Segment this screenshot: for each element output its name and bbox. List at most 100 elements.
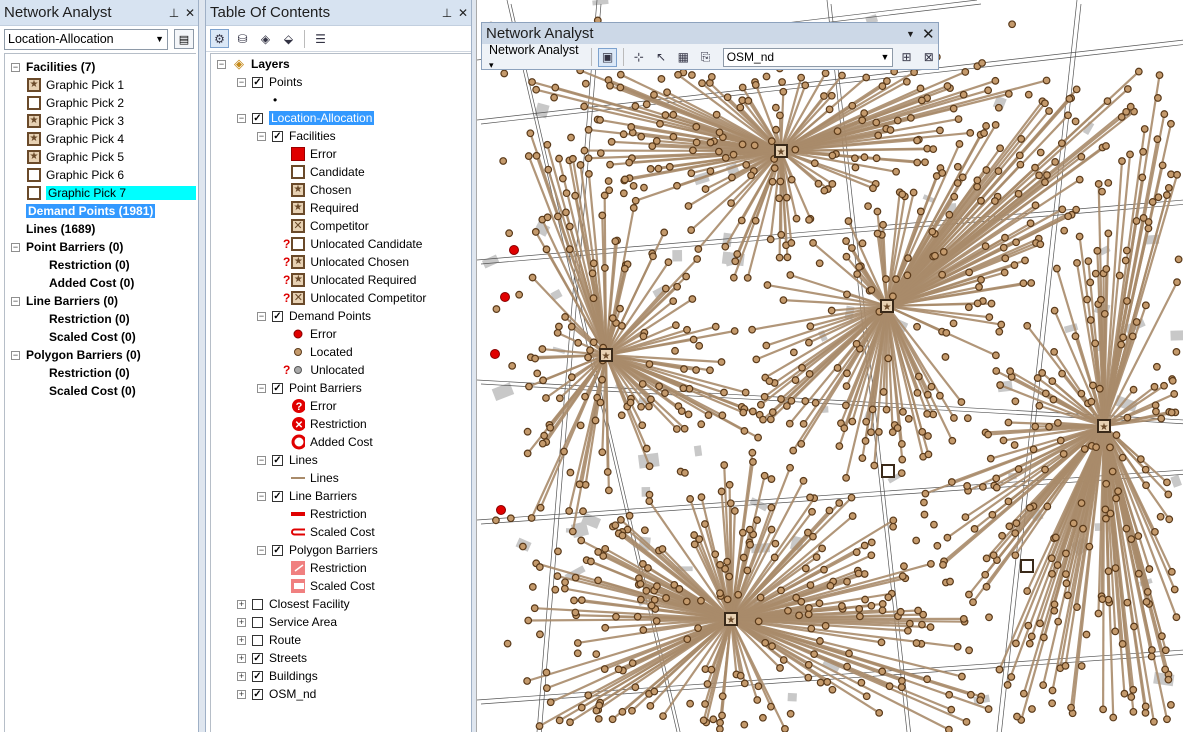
toc-item-demand-points-14[interactable]: − ✓ Demand Points — [211, 307, 471, 325]
layer-visibility-checkbox[interactable]: ✓ — [272, 454, 283, 466]
network-analyst-titlebar[interactable]: Network Analyst ⊥ ✕ — [0, 0, 198, 26]
toc-item-buildings-34[interactable]: + ✓ Buildings — [211, 667, 471, 685]
na-tree-item-polygon-barriers-0[interactable]: − Polygon Barriers (0) — [5, 346, 196, 364]
toc-item-line-barriers-24[interactable]: − ✓ Line Barriers — [211, 487, 471, 505]
layer-visibility-checkbox[interactable]: ✓ — [252, 112, 263, 124]
toc-item-layers-0[interactable]: − ◈ Layers — [211, 55, 471, 73]
layer-visibility-checkbox[interactable]: ✓ — [252, 76, 263, 88]
layer-visibility-checkbox[interactable]: ✓ — [252, 670, 263, 682]
list-by-source-button[interactable]: ⛁ — [233, 29, 252, 48]
facility-chosen-marker[interactable]: ★ — [774, 144, 788, 158]
na-tree-item-graphic-pick-5[interactable]: ★ Graphic Pick 5 — [5, 148, 196, 166]
na-tree-item-scaled-cost-0[interactable]: Scaled Cost (0) — [5, 328, 196, 346]
toc-item-required-8[interactable]: ★ Required — [211, 199, 471, 217]
toc-titlebar[interactable]: Table Of Contents ⊥ ✕ — [206, 0, 471, 26]
layer-visibility-checkbox[interactable]: ✓ — [272, 310, 283, 322]
na-tree-item-graphic-pick-4[interactable]: ★ Graphic Pick 4 — [5, 130, 196, 148]
toc-item-streets-33[interactable]: + ✓ Streets — [211, 649, 471, 667]
toc-item-polygon-barriers-27[interactable]: − ✓ Polygon Barriers — [211, 541, 471, 559]
toc-item-added-cost-21[interactable]: Added Cost — [211, 433, 471, 451]
na-tree-item-lines-1689[interactable]: Lines (1689) — [5, 220, 196, 238]
expand-icon[interactable]: + — [237, 671, 246, 681]
network-analyst-menu[interactable]: Network Analyst ▾ — [486, 43, 585, 71]
toc-item-scaled-cost-29[interactable]: Scaled Cost — [211, 577, 471, 595]
collapse-icon[interactable]: − — [257, 491, 266, 501]
expand-icon[interactable]: + — [237, 653, 246, 663]
toc-item-facilities-4[interactable]: − ✓ Facilities — [211, 127, 471, 145]
na-tree-item-graphic-pick-2[interactable]: Graphic Pick 2 — [5, 94, 196, 112]
network-dataset-dropdown[interactable]: OSM_nd ▼ — [722, 47, 894, 67]
toc-item-lines-23[interactable]: Lines — [211, 469, 471, 487]
na-tree-item-line-barriers-0[interactable]: − Line Barriers (0) — [5, 292, 196, 310]
toc-item-route-32[interactable]: + Route — [211, 631, 471, 649]
map-canvas[interactable]: ★ ★ ★ ★ ★ — [477, 0, 1183, 732]
na-tree-item-graphic-pick-6[interactable]: Graphic Pick 6 — [5, 166, 196, 184]
toc-item-chosen-7[interactable]: ★ Chosen — [211, 181, 471, 199]
collapse-icon[interactable]: − — [257, 455, 266, 465]
collapse-icon[interactable]: − — [11, 242, 20, 252]
pin-icon[interactable]: ⊥ — [439, 6, 455, 20]
layer-visibility-checkbox[interactable] — [252, 616, 263, 628]
na-tree-item-added-cost-0[interactable]: Added Cost (0) — [5, 274, 196, 292]
layer-visibility-checkbox[interactable]: ✓ — [272, 382, 283, 394]
toc-item-restriction-28[interactable]: Restriction — [211, 559, 471, 577]
toc-item-unlocated-chosen-11[interactable]: ? ★ Unlocated Chosen — [211, 253, 471, 271]
expand-icon[interactable]: + — [237, 689, 246, 699]
toc-item-competitor-9[interactable]: ✕ Competitor — [211, 217, 471, 235]
na-tree-item-point-barriers-0[interactable]: − Point Barriers (0) — [5, 238, 196, 256]
layer-visibility-checkbox[interactable]: ✓ — [272, 490, 283, 502]
na-tree-item-restriction-0[interactable]: Restriction (0) — [5, 364, 196, 382]
toc-item-error-5[interactable]: Error — [211, 145, 471, 163]
list-by-selection-button[interactable]: ⬙ — [279, 29, 298, 48]
expand-icon[interactable]: + — [237, 635, 246, 645]
collapse-icon[interactable]: − — [11, 350, 20, 360]
na-tree-item-graphic-pick-1[interactable]: ★ Graphic Pick 1 — [5, 76, 196, 94]
na-tree-item-demand-points-1981[interactable]: Demand Points (1981) — [5, 202, 196, 220]
expand-icon[interactable]: + — [237, 599, 246, 609]
collapse-icon[interactable]: − — [257, 383, 266, 393]
toc-item-candidate-6[interactable]: Candidate — [211, 163, 471, 181]
network-identify-button[interactable]: ⊠ — [920, 48, 938, 67]
toc-item-restriction-25[interactable]: Restriction — [211, 505, 471, 523]
facility-candidate-marker[interactable] — [881, 464, 895, 478]
na-tree-item-graphic-pick-7[interactable]: Graphic Pick 7 — [5, 184, 196, 202]
layer-visibility-checkbox[interactable]: ✓ — [272, 544, 283, 556]
close-icon[interactable]: ✕ — [922, 25, 938, 43]
close-icon[interactable]: ✕ — [455, 6, 471, 20]
toc-item-unlocated-required-12[interactable]: ? ★ Unlocated Required — [211, 271, 471, 289]
facility-chosen-marker[interactable]: ★ — [1097, 419, 1111, 433]
toc-item-unlocated-17[interactable]: ? Unlocated — [211, 361, 471, 379]
collapse-icon[interactable]: − — [11, 62, 20, 72]
map-view[interactable]: ★ ★ ★ ★ ★ Network Analyst ▼ ✕ Network Analys… — [476, 0, 1183, 732]
toc-item-lines-22[interactable]: − ✓ Lines — [211, 451, 471, 469]
layer-visibility-checkbox[interactable] — [252, 634, 263, 646]
toc-item-scaled-cost-26[interactable]: Scaled Cost — [211, 523, 471, 541]
toc-item-point-barriers-18[interactable]: − ✓ Point Barriers — [211, 379, 471, 397]
expand-icon[interactable]: + — [237, 617, 246, 627]
toc-item--2[interactable]: • — [211, 91, 471, 109]
toc-item-service-area-31[interactable]: + Service Area — [211, 613, 471, 631]
properties-button[interactable]: ▤ — [174, 29, 194, 49]
collapse-icon[interactable]: − — [237, 77, 246, 87]
toc-item-closest-facility-30[interactable]: + Closest Facility — [211, 595, 471, 613]
toc-item-error-19[interactable]: ? Error — [211, 397, 471, 415]
collapse-icon[interactable]: − — [237, 113, 246, 123]
toc-item-unlocated-competitor-13[interactable]: ? ✕ Unlocated Competitor — [211, 289, 471, 307]
na-tree-item-facilities-7[interactable]: − Facilities (7) — [5, 58, 196, 76]
solve-button[interactable]: ▦ — [674, 48, 692, 67]
na-tree-item-graphic-pick-3[interactable]: ★ Graphic Pick 3 — [5, 112, 196, 130]
list-by-drawing-order-button[interactable]: ⚙ — [210, 29, 229, 48]
na-tree-item-restriction-0[interactable]: Restriction (0) — [5, 256, 196, 274]
layer-visibility-checkbox[interactable]: ✓ — [272, 130, 283, 142]
collapse-icon[interactable]: − — [257, 131, 266, 141]
chevron-down-icon[interactable]: ▼ — [906, 29, 922, 39]
facility-candidate-marker[interactable] — [1020, 559, 1034, 573]
layer-visibility-checkbox[interactable]: ✓ — [252, 688, 263, 700]
toc-item-points-1[interactable]: − ✓ Points — [211, 73, 471, 91]
show-window-button[interactable]: ▣ — [598, 47, 617, 67]
facility-chosen-marker[interactable]: ★ — [599, 348, 613, 362]
collapse-icon[interactable]: − — [217, 59, 226, 69]
toc-item-restriction-20[interactable]: ✕ Restriction — [211, 415, 471, 433]
options-button[interactable]: ☰ — [311, 29, 330, 48]
toc-item-error-15[interactable]: Error — [211, 325, 471, 343]
